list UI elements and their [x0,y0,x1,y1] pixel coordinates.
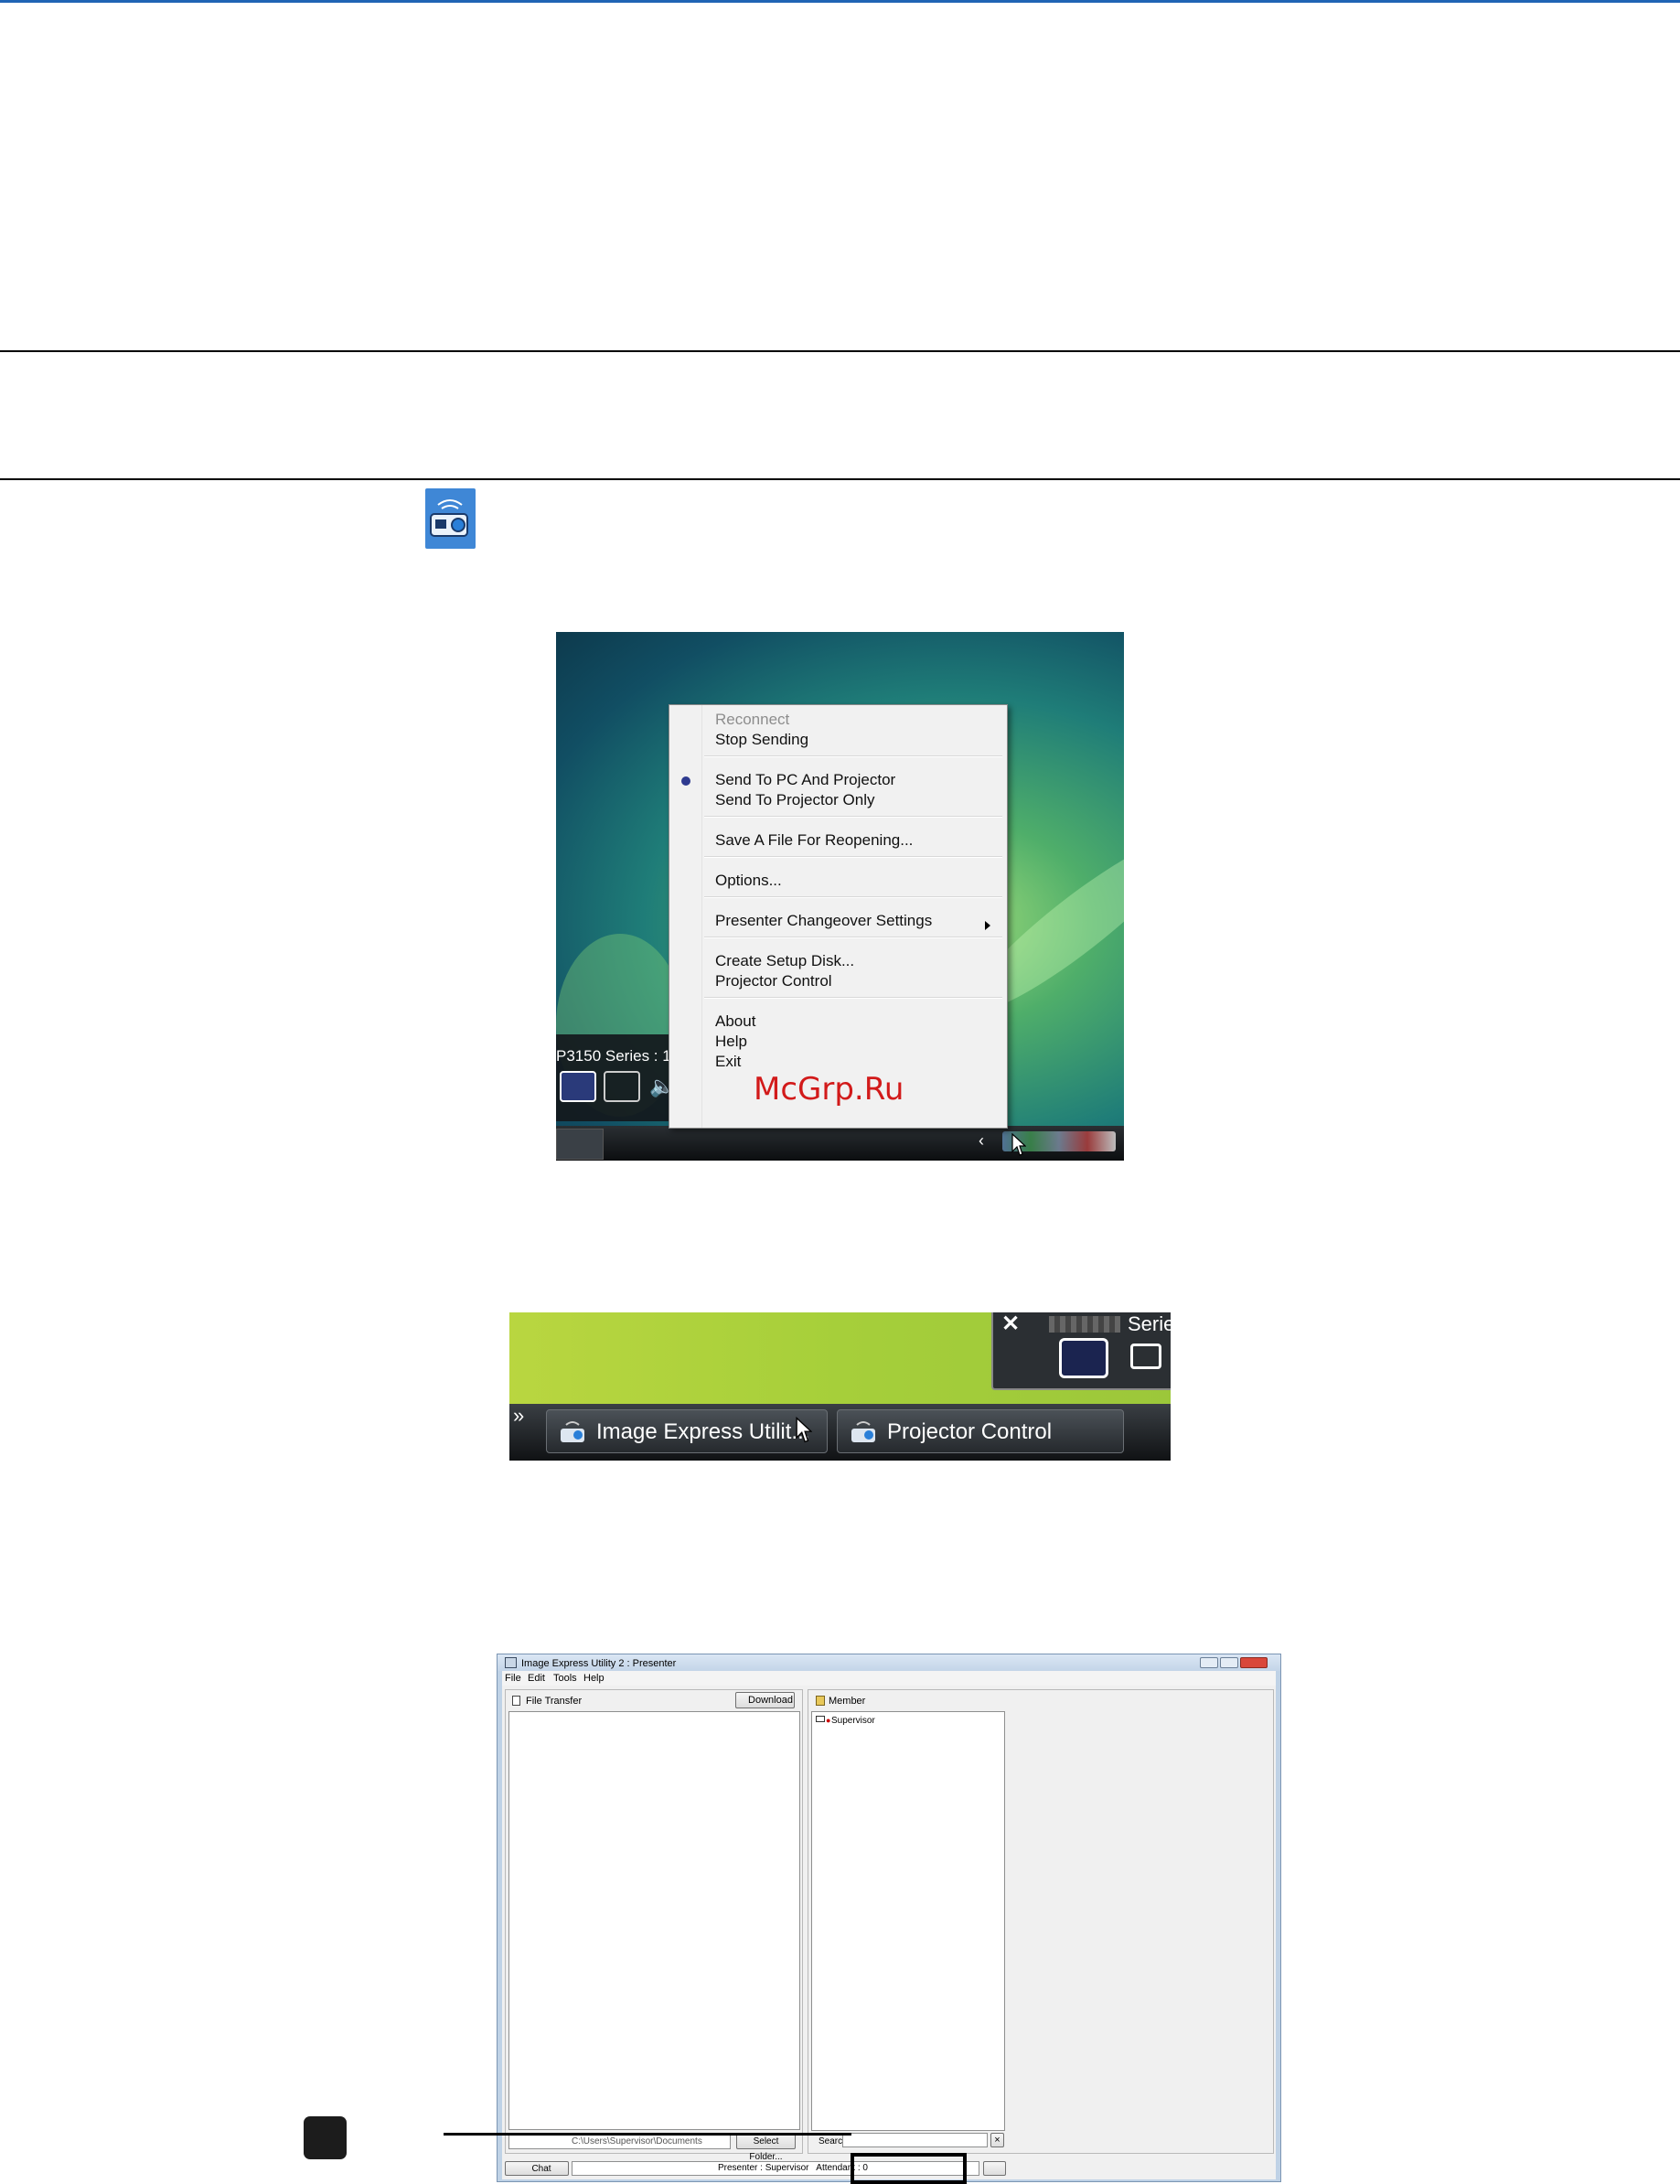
chat-button[interactable]: Chat [505,2161,569,2176]
tray-chevron-icon[interactable]: ‹ [979,1131,984,1151]
taskbar-button-label: Image Express Utilit... [596,1419,810,1444]
menu-item-exit[interactable]: Exit [715,1053,741,1071]
menu-separator [704,816,1002,818]
status-action-button[interactable] [983,2161,1006,2176]
presenter-window: Image Express Utility 2 : Presenter File… [497,1654,1281,2182]
minibar-send-button[interactable] [560,1071,596,1102]
presenter-icon [816,1716,825,1722]
menu-edit[interactable]: Edit [528,1673,545,1684]
select-folder-highlight [851,2153,967,2184]
watermark-text: McGrp.Ru [754,1071,904,1108]
menu-item-save-file[interactable]: Save A File For Reopening... [715,831,913,850]
series-label: Serie [1128,1312,1171,1335]
presenter-arrow-icon: ● [826,1716,831,1725]
callout-leader-line [444,2133,851,2136]
blurred-name [1049,1316,1120,1333]
section-rule-1 [0,350,1680,352]
menu-file[interactable]: File [505,1673,521,1684]
file-list[interactable] [508,1711,800,2130]
menu-separator [704,856,1002,858]
selected-bullet-icon [681,776,690,786]
close-button[interactable] [1240,1657,1268,1668]
window-title: Image Express Utility 2 : Presenter [521,1658,677,1669]
clear-search-button[interactable]: × [990,2133,1004,2147]
menu-separator [704,755,1002,757]
menu-item-reconnect[interactable]: Reconnect [715,711,789,729]
image-express-tray-icon[interactable] [425,488,476,549]
taskbar-button-projector-control[interactable]: Projector Control [837,1409,1124,1453]
taskbar-screenshot: ✕ Serie » Image Express Utilit... Projec… [509,1312,1171,1461]
minibar-title: P3150 Series : 1 [556,1047,671,1065]
menu-item-send-to-pc-and-projector[interactable]: Send To PC And Projector [715,771,895,789]
folder-path: C:\Users\Supervisor\Documents [572,2136,702,2147]
status-text: Presenter : Supervisor Attendant : 0 [718,2163,868,2173]
menu-item-about[interactable]: About [715,1012,755,1031]
menu-separator [704,937,1002,938]
search-input[interactable] [842,2133,988,2147]
menu-item-stop-sending[interactable]: Stop Sending [715,731,808,749]
chat-label: Chat [531,2164,551,2174]
tray-context-menu: Reconnect Stop Sending Send To PC And Pr… [669,704,1008,1129]
screen-button[interactable] [1130,1344,1161,1369]
menu-separator [704,997,1002,999]
projector-icon [430,499,468,537]
member-icon [816,1696,825,1706]
menu-bar: File Edit Tools Help [502,1671,1276,1686]
document-icon [512,1696,520,1706]
menu-item-options[interactable]: Options... [715,872,782,890]
taskbar-button-image-express[interactable]: Image Express Utilit... [546,1409,828,1453]
member-label: Member [829,1696,866,1707]
download-button[interactable]: Download [735,1692,795,1708]
clear-icon: × [994,2135,1001,2146]
submenu-arrow-icon [985,921,990,930]
step-number-marker [304,2116,347,2159]
mouse-cursor-icon [1011,1132,1027,1161]
send-button[interactable] [1059,1338,1108,1378]
taskbar-tab[interactable] [556,1129,604,1160]
menu-item-create-setup-disk[interactable]: Create Setup Disk... [715,952,854,970]
projector-icon [561,1421,584,1442]
app-icon [505,1657,517,1668]
taskbar-button-label: Projector Control [887,1419,1053,1444]
download-label: Download [748,1695,793,1706]
projector-icon [851,1421,875,1442]
minibar-screen-button[interactable] [604,1071,640,1102]
top-accent-rule [0,0,1680,3]
close-icon[interactable]: ✕ [1001,1312,1020,1337]
window-client: File Transfer Download C:\Users\Supervis… [502,1686,1276,2179]
mouse-cursor-icon [796,1416,813,1449]
taskbar-overflow-icon[interactable]: » [513,1404,524,1428]
minimize-button[interactable] [1200,1657,1218,1668]
tray-menu-screenshot: P3150 Series : 1 🔈 ‹ Reconnect Stop Send… [556,632,1124,1161]
member-list[interactable] [811,1711,1005,2131]
menu-help[interactable]: Help [583,1673,605,1684]
menu-item-send-to-projector-only[interactable]: Send To Projector Only [715,791,875,809]
select-folder-label: Select Folder... [749,2136,783,2162]
member-entry[interactable]: Supervisor [831,1716,875,1726]
menu-item-presenter-changeover[interactable]: Presenter Changeover Settings [715,912,932,930]
file-transfer-label: File Transfer [526,1696,583,1707]
menu-item-projector-control[interactable]: Projector Control [715,972,832,990]
menu-separator [704,896,1002,898]
maximize-button[interactable] [1220,1657,1238,1668]
menu-tools[interactable]: Tools [553,1673,577,1684]
menu-item-help[interactable]: Help [715,1033,747,1051]
section-rule-2 [0,478,1680,480]
menu-icon-gutter [669,705,702,1128]
